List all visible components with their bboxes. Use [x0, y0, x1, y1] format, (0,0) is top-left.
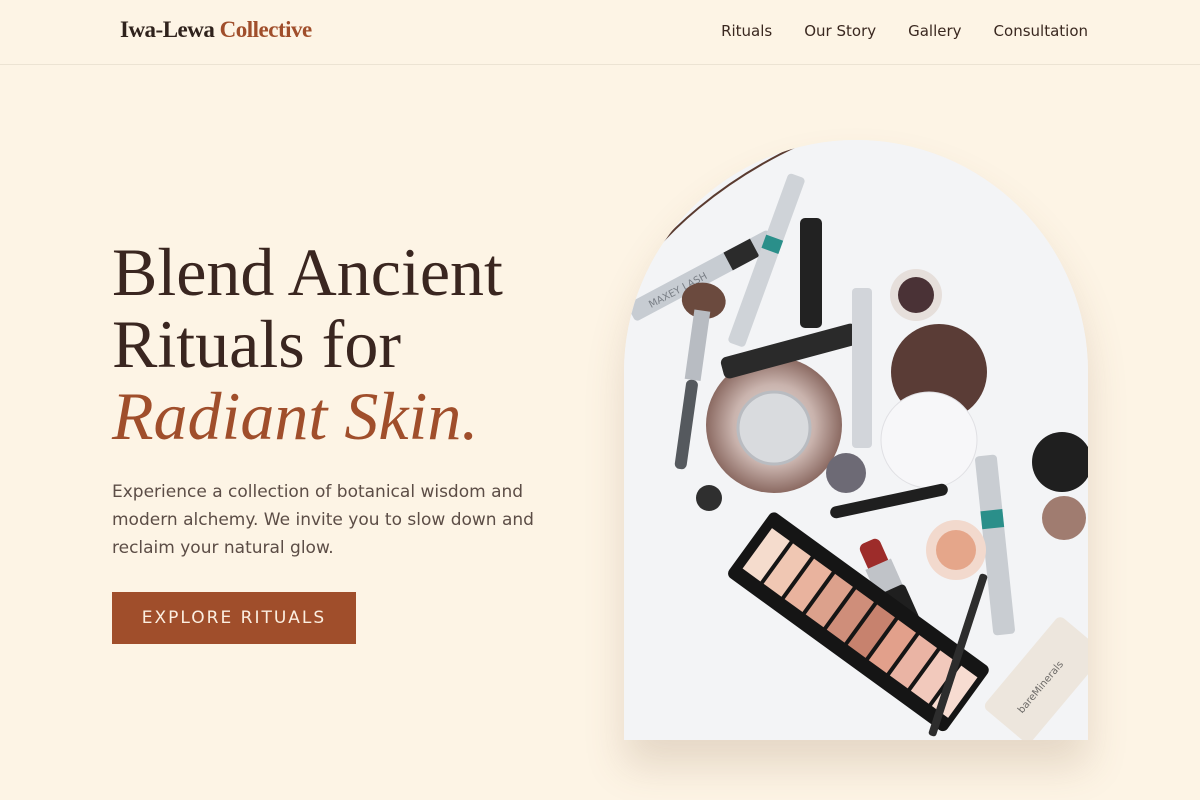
- logo-main: Iwa-Lewa: [120, 17, 215, 42]
- hero-image-arch: MAXEY LASH bareMinerals: [624, 140, 1088, 740]
- hero-headline: Blend Ancient Rituals for Radiant Skin.: [112, 236, 582, 452]
- explore-rituals-button[interactable]: EXPLORE RITUALS: [112, 592, 356, 644]
- logo[interactable]: Iwa-Lewa Collective: [120, 17, 312, 43]
- logo-accent: Collective: [219, 17, 313, 42]
- hero-description: Experience a collection of botanical wis…: [112, 482, 534, 558]
- site-header: Iwa-Lewa Collective Rituals Our Story Ga…: [0, 0, 1200, 65]
- nav-link-gallery[interactable]: Gallery: [908, 22, 961, 40]
- cosmetics-flatlay-image: MAXEY LASH bareMinerals: [624, 140, 1088, 740]
- headline-line-2: Rituals for: [112, 306, 401, 382]
- nav-link-our-story[interactable]: Our Story: [804, 22, 876, 40]
- headline-line-1: Blend Ancient: [112, 234, 503, 310]
- headline-emphasis: Radiant Skin.: [112, 378, 479, 454]
- nav-link-consultation[interactable]: Consultation: [994, 22, 1088, 40]
- main-nav: Rituals Our Story Gallery Consultation: [721, 22, 1088, 40]
- nav-link-rituals[interactable]: Rituals: [721, 22, 772, 40]
